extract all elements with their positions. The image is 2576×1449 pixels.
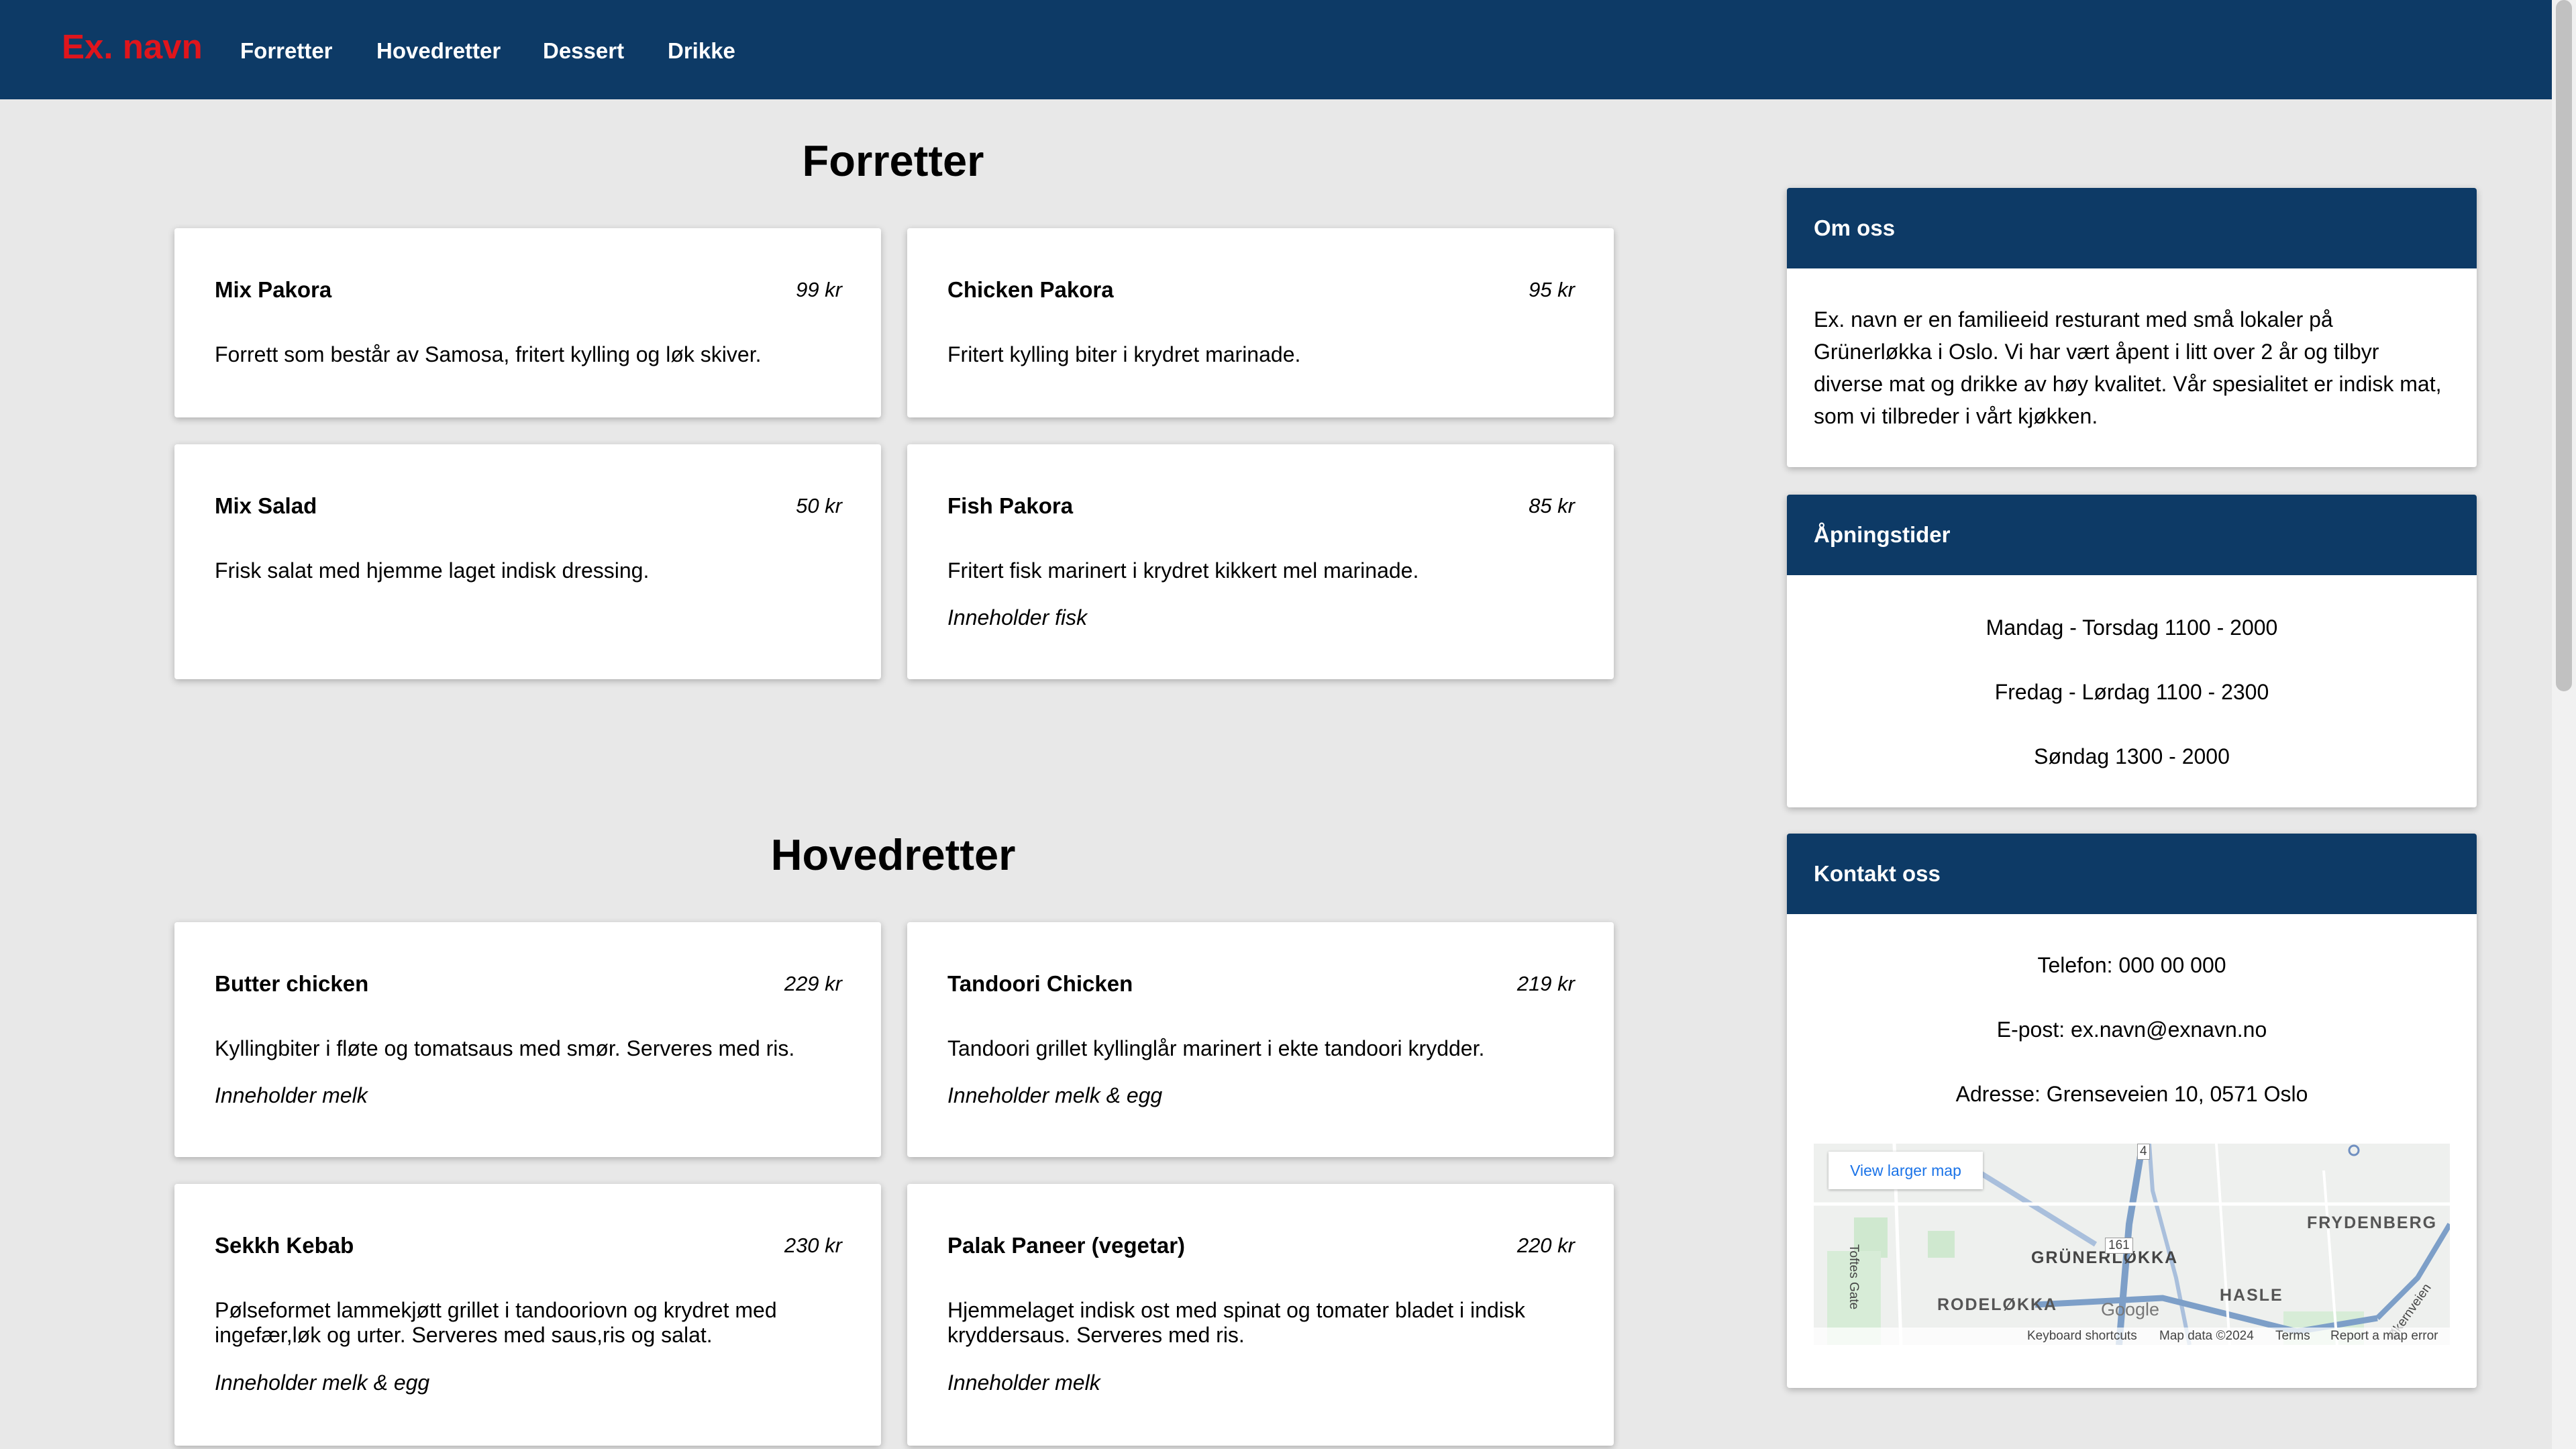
dish-description: Tandoori grillet kyllinglår marinert i e…	[947, 1036, 1485, 1060]
dish-description: Hjemmelaget indisk ost med spinat og tom…	[947, 1298, 1525, 1347]
nav-link-forretter[interactable]: Forretter	[240, 38, 333, 64]
dish-price: 220 kr	[1516, 1234, 1575, 1257]
map-footer: Keyboard shortcuts Map data ©2024 Terms …	[1814, 1328, 2450, 1345]
menu-card: Mix Pakora 99 kr Forrett som består av S…	[174, 228, 881, 417]
menu-card: Butter chicken 229 kr Kyllingbiter i flø…	[174, 922, 881, 1157]
dish-name: Chicken Pakora	[947, 277, 1114, 302]
embedded-map[interactable]: View larger map FRYDENBERG GRÜNERLØKKA R…	[1814, 1144, 2450, 1345]
map-footer-link[interactable]: Report a map error	[2330, 1329, 2438, 1344]
dish-description: Frisk salat med hjemme laget indisk dres…	[215, 558, 650, 583]
section-title-forretter: Forretter	[802, 136, 984, 185]
dish-price: 95 kr	[1529, 278, 1575, 301]
dish-description: Pølseformet lammekjøtt grillet i tandoor…	[215, 1298, 777, 1347]
map-label: HASLE	[2220, 1286, 2283, 1305]
nav-link-drikke[interactable]: Drikke	[668, 38, 735, 64]
dish-price: 229 kr	[784, 972, 842, 995]
dish-description: Kyllingbiter i fløte og tomatsaus med sm…	[215, 1036, 795, 1060]
hours-line: Mandag - Torsdag 1100 - 2000	[1986, 615, 2278, 640]
dish-description: Fritert fisk marinert i krydret kikkert …	[947, 558, 1419, 583]
dish-price: 219 kr	[1516, 972, 1575, 995]
menu-card: Palak Paneer (vegetar) 220 kr Hjemmelage…	[907, 1184, 1614, 1446]
map-footer-link[interactable]: Keyboard shortcuts	[2027, 1329, 2137, 1344]
dish-description: Forrett som består av Samosa, fritert ky…	[215, 342, 762, 366]
dish-name: Mix Salad	[215, 493, 317, 518]
menu-card: Mix Salad 50 kr Frisk salat med hjemme l…	[174, 444, 881, 679]
dish-name: Sekkh Kebab	[215, 1233, 354, 1258]
dish-allergen-note: Inneholder melk & egg	[947, 1083, 1163, 1107]
map-label: 161	[2105, 1238, 2133, 1254]
menu-card: Chicken Pakora 95 kr Fritert kylling bit…	[907, 228, 1614, 417]
dish-name: Fish Pakora	[947, 493, 1074, 518]
dish-allergen-note: Inneholder fisk	[947, 605, 1088, 630]
dish-allergen-note: Inneholder melk	[215, 1083, 368, 1107]
page-scrollbar[interactable]	[2552, 0, 2576, 1449]
hours-line: Søndag 1300 - 2000	[2034, 744, 2230, 768]
dish-allergen-note: Inneholder melk	[947, 1370, 1100, 1395]
scrollbar-thumb[interactable]	[2556, 0, 2572, 691]
map-footer-link[interactable]: Terms	[2275, 1329, 2310, 1344]
contact-panel: Kontakt oss Telefon: 000 00 000 E-post: …	[1787, 834, 2477, 1388]
top-navbar: Ex. navn Forretter Hovedretter Dessert D…	[0, 0, 2552, 99]
menu-card: Tandoori Chicken 219 kr Tandoori grillet…	[907, 922, 1614, 1157]
hours-line: Fredag - Lørdag 1100 - 2300	[1994, 680, 2269, 704]
dish-price: 85 kr	[1529, 494, 1575, 517]
contact-email: E-post: ex.navn@exnavn.no	[1996, 1017, 2267, 1042]
dish-name: Palak Paneer (vegetar)	[947, 1233, 1186, 1258]
map-label: 4	[2137, 1144, 2150, 1160]
about-panel-title: Om oss	[1787, 188, 2477, 268]
logo[interactable]: Ex. navn	[62, 27, 203, 67]
map-label: FRYDENBERG	[2307, 1213, 2438, 1232]
section-title-hovedretter: Hovedretter	[770, 830, 1016, 879]
dish-price: 50 kr	[796, 494, 842, 517]
contact-panel-title: Kontakt oss	[1787, 834, 2477, 914]
view-larger-map-link[interactable]: View larger map	[1828, 1152, 1983, 1189]
dish-name: Mix Pakora	[215, 277, 332, 302]
google-logo: Google	[2101, 1299, 2160, 1319]
contact-phone: Telefon: 000 00 000	[2037, 953, 2226, 977]
opening-hours-panel: Åpningstider Mandag - Torsdag 1100 - 200…	[1787, 495, 2477, 807]
dish-description: Fritert kylling biter i krydret marinade…	[947, 342, 1301, 366]
about-text: Ex. navn er en familieeid resturant med …	[1814, 307, 2442, 428]
map-footer-text: Map data ©2024	[2159, 1329, 2254, 1343]
dish-name: Butter chicken	[215, 971, 369, 996]
menu-card: Sekkh Kebab 230 kr Pølseformet lammekjøt…	[174, 1184, 881, 1446]
dish-name: Tandoori Chicken	[947, 971, 1133, 996]
about-panel: Om oss Ex. navn er en familieeid restura…	[1787, 188, 2477, 467]
map-label: Toftes Gate	[1847, 1244, 1861, 1310]
contact-address: Adresse: Grenseveien 10, 0571 Oslo	[1955, 1082, 2308, 1106]
dish-price: 230 kr	[784, 1234, 842, 1257]
dish-price: 99 kr	[796, 278, 842, 301]
nav-link-dessert[interactable]: Dessert	[543, 38, 624, 64]
menu-card: Fish Pakora 85 kr Fritert fisk marinert …	[907, 444, 1614, 679]
nav-link-hovedretter[interactable]: Hovedretter	[376, 38, 501, 64]
opening-hours-title: Åpningstider	[1787, 495, 2477, 575]
dish-allergen-note: Inneholder melk & egg	[215, 1370, 430, 1395]
map-label: RODELØKKA	[1937, 1295, 2058, 1314]
